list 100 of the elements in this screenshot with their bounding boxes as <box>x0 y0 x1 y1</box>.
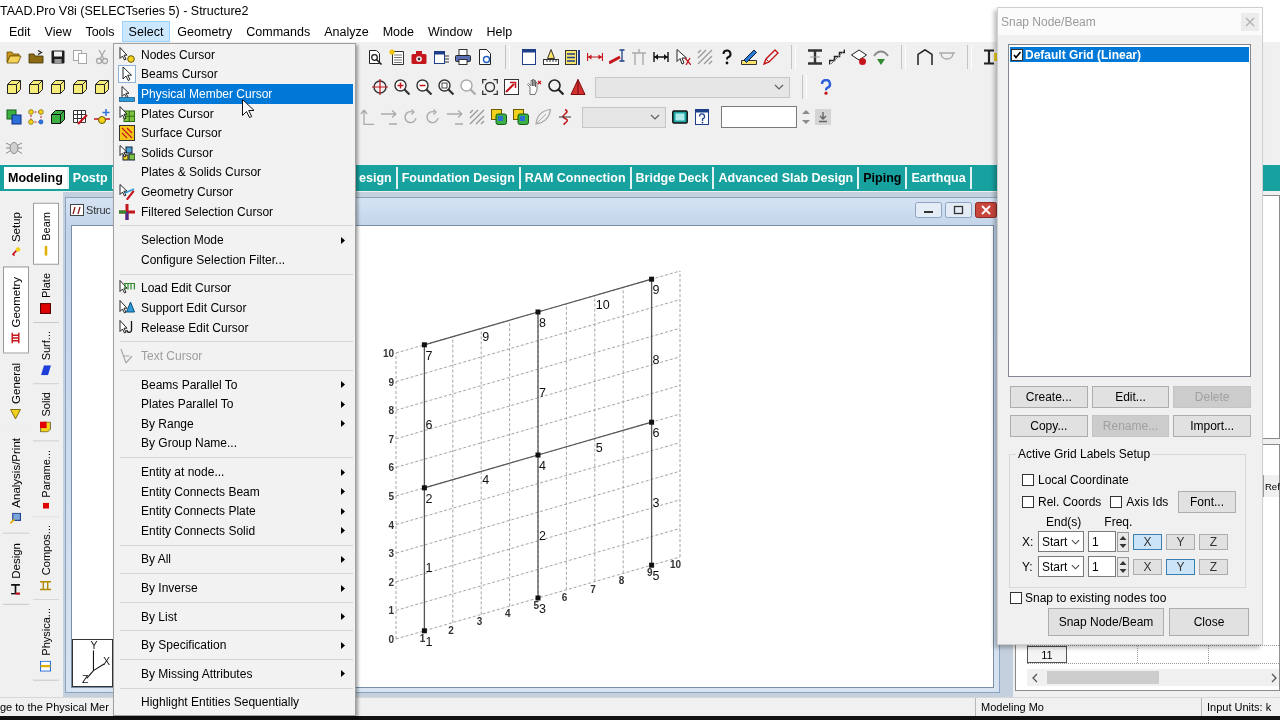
checkbox-label[interactable]: Axis Ids <box>1126 495 1169 509</box>
stack-icon[interactable] <box>565 49 581 65</box>
open-folder-icon[interactable] <box>6 49 22 65</box>
axis-toggle-button[interactable]: Z <box>1199 533 1228 550</box>
side-tab[interactable]: Beam <box>33 203 59 265</box>
horizontal-scrollbar[interactable] <box>1027 669 1279 686</box>
window-list-icon[interactable] <box>433 49 449 65</box>
side-tab[interactable]: Parame... <box>33 441 59 518</box>
menu-item[interactable]: Analyze <box>317 21 376 42</box>
zoom-out-icon[interactable] <box>416 79 432 95</box>
menu-item[interactable]: Release Edit Cursor <box>138 317 353 338</box>
menu-item[interactable]: Filtered Selection Cursor <box>138 201 353 222</box>
menu-item[interactable]: View <box>37 21 79 42</box>
dropdown-field[interactable] <box>595 76 790 98</box>
bug-icon[interactable] <box>6 139 22 155</box>
module-tab[interactable]: Modeling <box>4 167 69 189</box>
spinner-icon[interactable] <box>1117 556 1129 577</box>
node-plus-icon[interactable] <box>94 109 110 125</box>
menu-item[interactable]: Beams Parallel To <box>138 374 353 395</box>
side-tab[interactable]: Design <box>3 534 29 605</box>
checkbox-label[interactable]: Rel. Coords <box>1038 495 1102 509</box>
menu-item[interactable]: Edit <box>2 21 38 42</box>
checkbox[interactable] <box>1022 474 1034 486</box>
checkbox[interactable] <box>1011 48 1023 61</box>
menu-item[interactable]: Mode <box>375 21 421 42</box>
menu-item[interactable]: Solids Cursor <box>138 142 353 163</box>
pointer-icon[interactable] <box>675 49 691 65</box>
node-cluster-icon[interactable] <box>28 109 44 125</box>
menu-item[interactable]: Support Edit Cursor <box>138 298 353 318</box>
checkbox[interactable] <box>1010 592 1022 604</box>
pencil-icon[interactable] <box>763 49 779 65</box>
dialog-button[interactable]: Create... <box>1010 386 1088 408</box>
dialog-button[interactable]: Snap Node/Beam <box>1048 608 1164 636</box>
menu-item[interactable]: Geometry <box>170 21 240 42</box>
s-curve-icon[interactable] <box>557 109 573 125</box>
menu-item[interactable]: Entity Connects Beam <box>138 481 353 502</box>
cube-icon[interactable] <box>50 109 66 125</box>
curved-arrow-icon[interactable] <box>873 49 889 65</box>
hand-icon[interactable] <box>526 79 542 95</box>
beam-dimension-icon[interactable] <box>609 49 625 65</box>
axis-toggle-button[interactable]: Y <box>1166 558 1195 575</box>
window-icon[interactable] <box>521 49 537 65</box>
menu-item[interactable]: Tools <box>78 21 122 42</box>
end-dropdown[interactable]: Start <box>1038 556 1084 577</box>
axis-toggle-button[interactable]: X <box>1133 533 1162 550</box>
checkbox[interactable] <box>1110 496 1123 508</box>
page-magnifier-icon[interactable] <box>367 49 383 65</box>
i-beam-icon[interactable] <box>807 49 823 65</box>
axis-toggle-button[interactable]: Z <box>1199 558 1228 575</box>
plate-icon[interactable] <box>851 49 867 65</box>
corner-circle-icon[interactable] <box>482 79 498 95</box>
download-icon[interactable] <box>815 109 831 125</box>
printer-icon[interactable] <box>455 49 471 65</box>
menu-item[interactable]: By Specification <box>138 635 353 656</box>
menu-item[interactable]: Plates Cursor <box>138 103 353 124</box>
font-button[interactable]: Font... <box>1178 491 1236 513</box>
save-icon[interactable] <box>50 49 66 65</box>
menu-item[interactable]: Help <box>479 21 520 42</box>
grid-list-item[interactable]: Default Grid (Linear) <box>1010 47 1249 62</box>
dialog-button[interactable]: Edit... <box>1091 386 1170 408</box>
color-blocks-icon[interactable] <box>513 109 529 125</box>
menu-item[interactable]: Commands <box>239 21 318 42</box>
menu-item[interactable]: By Missing Attributes <box>138 664 353 684</box>
dropdown-field[interactable] <box>582 106 666 128</box>
folder-icon[interactable] <box>28 49 44 65</box>
restore-icon[interactable] <box>945 202 972 218</box>
cube-icon[interactable] <box>72 79 88 95</box>
color-blocks-icon[interactable] <box>491 109 507 125</box>
menu-item[interactable]: Load Edit Cursor <box>138 278 353 299</box>
checkbox[interactable] <box>1022 496 1034 508</box>
side-tab[interactable]: Physica... <box>33 600 59 682</box>
side-tab[interactable]: Analysis/Print <box>3 429 29 535</box>
side-tab[interactable]: Compos... <box>33 517 59 601</box>
scrollbar-thumb[interactable] <box>1047 671 1159 684</box>
monitor-icon[interactable] <box>672 109 688 125</box>
cone-icon[interactable] <box>570 79 586 95</box>
menu-item[interactable]: By List <box>138 606 353 627</box>
menu-item[interactable]: By Inverse <box>138 578 353 598</box>
grid-pencil-icon[interactable] <box>72 109 88 125</box>
arch-icon[interactable] <box>917 49 933 65</box>
side-tab[interactable]: Geometry <box>3 267 29 354</box>
menu-item[interactable]: Nodes Cursor <box>138 45 353 65</box>
dialog-button[interactable]: Copy... <box>1010 415 1088 437</box>
menu-item[interactable]: Physical Member Cursor <box>138 84 353 104</box>
close-icon[interactable] <box>975 202 997 218</box>
menu-item[interactable]: By All <box>138 549 353 570</box>
help-page-icon[interactable] <box>694 109 710 125</box>
freq-field[interactable]: 1 <box>1088 556 1116 577</box>
zoom-in-icon[interactable] <box>394 79 410 95</box>
menu-item[interactable]: Plates Parallel To <box>138 394 353 415</box>
axis-toggle-button[interactable]: Y <box>1166 533 1195 550</box>
crosshair-icon[interactable] <box>372 79 388 95</box>
menu-item[interactable]: Highlight Entities Sequentially <box>138 692 353 713</box>
menu-item[interactable]: Beams Cursor <box>138 64 353 85</box>
menu-item[interactable]: Entity Connects Plate <box>138 501 353 522</box>
side-tab[interactable]: Solid <box>33 384 59 442</box>
camera-icon[interactable] <box>411 49 427 65</box>
color-blocks-icon[interactable] <box>6 109 22 125</box>
dialog-button[interactable]: Import... <box>1173 415 1251 437</box>
magnifier-frame-icon[interactable] <box>438 79 454 95</box>
